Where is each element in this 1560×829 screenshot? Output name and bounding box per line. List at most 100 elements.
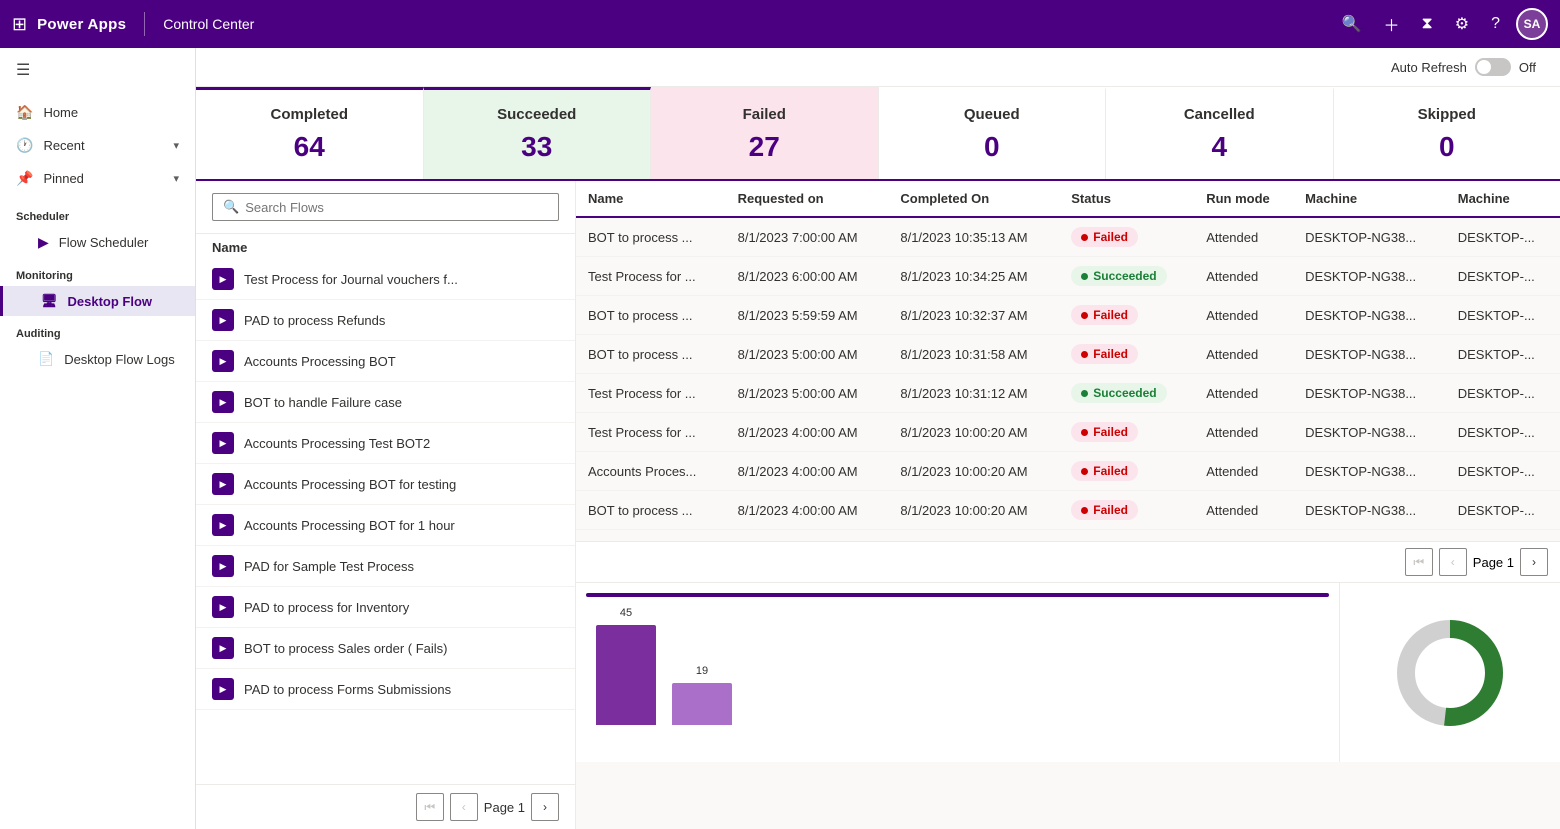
cell-status: Failed bbox=[1059, 296, 1194, 335]
table-row[interactable]: Test Process for ... 8/1/2023 6:00:00 AM… bbox=[576, 257, 1560, 296]
flow-list-item[interactable]: ▶ PAD to process for Inventory bbox=[196, 587, 575, 628]
table-prev-page-button[interactable]: ‹ bbox=[1439, 548, 1467, 576]
table-first-page-button[interactable]: ⏮ bbox=[1405, 548, 1433, 576]
right-panel: Name Requested on Completed On Status Ru… bbox=[576, 181, 1560, 829]
hamburger-button[interactable]: ☰ bbox=[0, 48, 195, 92]
flow-list-item[interactable]: ▶ Accounts Processing BOT for 1 hour bbox=[196, 505, 575, 546]
first-page-button[interactable]: ⏮ bbox=[416, 793, 444, 821]
flow-list-item[interactable]: ▶ Accounts Processing BOT bbox=[196, 341, 575, 382]
flow-item-name: Accounts Processing Test BOT2 bbox=[244, 436, 559, 451]
auto-refresh-toggle[interactable] bbox=[1475, 58, 1511, 76]
flow-item-icon: ▶ bbox=[212, 514, 234, 536]
help-icon[interactable]: ? bbox=[1491, 15, 1500, 33]
stat-skipped-label: Skipped bbox=[1358, 106, 1537, 123]
table-row[interactable]: BOT to process ... 8/1/2023 5:59:59 AM 8… bbox=[576, 296, 1560, 335]
table-pagination: ⏮ ‹ Page 1 › bbox=[576, 541, 1560, 582]
stat-queued[interactable]: Queued 0 bbox=[879, 87, 1107, 179]
main-content: Auto Refresh Off Completed 64 Succeeded … bbox=[196, 48, 1560, 829]
chart-accent-bar bbox=[586, 593, 1329, 597]
sidebar-item-recent[interactable]: 🕐 Recent ▾ bbox=[0, 129, 195, 162]
table-row[interactable]: Accounts Proces... 8/1/2023 4:00:00 AM 8… bbox=[576, 452, 1560, 491]
stat-failed-value: 27 bbox=[675, 131, 854, 163]
stat-succeeded[interactable]: Succeeded 33 bbox=[424, 87, 652, 179]
cell-machine: DESKTOP-NG38... bbox=[1293, 257, 1446, 296]
recent-icon: 🕐 bbox=[16, 137, 33, 154]
flow-list-item[interactable]: ▶ Accounts Processing Test BOT2 bbox=[196, 423, 575, 464]
cell-completed: 8/1/2023 10:00:20 AM bbox=[888, 413, 1059, 452]
sidebar-home-label: Home bbox=[43, 105, 78, 120]
cell-runmode: Attended bbox=[1194, 491, 1293, 530]
bar-label: 19 bbox=[696, 665, 708, 677]
bar-group: 45 bbox=[596, 625, 656, 725]
next-page-button[interactable]: › bbox=[531, 793, 559, 821]
bar-chart-panel: 45 19 bbox=[576, 583, 1340, 762]
cell-status: Failed bbox=[1059, 413, 1194, 452]
stat-cancelled[interactable]: Cancelled 4 bbox=[1106, 87, 1334, 179]
settings-icon[interactable]: ⚙ bbox=[1455, 14, 1469, 34]
cell-requested: 8/1/2023 4:00:00 AM bbox=[726, 491, 889, 530]
stat-completed-value: 64 bbox=[220, 131, 399, 163]
flow-list-item[interactable]: ▶ PAD to process Refunds bbox=[196, 300, 575, 341]
table-row[interactable]: BOT to process ... 8/1/2023 4:00:00 AM 8… bbox=[576, 491, 1560, 530]
cell-runmode: Attended bbox=[1194, 257, 1293, 296]
table-row[interactable]: Test Process for ... 8/1/2023 4:00:00 AM… bbox=[576, 413, 1560, 452]
sidebar-item-desktop-flow-logs[interactable]: 📄 Desktop Flow Logs bbox=[0, 344, 195, 374]
grid-icon[interactable]: ⊞ bbox=[12, 14, 27, 35]
bar-group: 19 bbox=[672, 683, 732, 725]
flow-list-item[interactable]: ▶ BOT to process Sales order ( Fails) bbox=[196, 628, 575, 669]
prev-page-button[interactable]: ‹ bbox=[450, 793, 478, 821]
cell-completed: 8/1/2023 10:31:58 AM bbox=[888, 335, 1059, 374]
stat-completed[interactable]: Completed 64 bbox=[196, 87, 424, 179]
search-input[interactable] bbox=[245, 200, 548, 215]
flow-list-item[interactable]: ▶ Accounts Processing BOT for testing bbox=[196, 464, 575, 505]
cell-name: Test Process for ... bbox=[576, 413, 726, 452]
stats-row: Completed 64 Succeeded 33 Failed 27 Queu… bbox=[196, 87, 1560, 181]
flow-item-name: Accounts Processing BOT bbox=[244, 354, 559, 369]
monitoring-group-label: Monitoring bbox=[0, 258, 195, 286]
cell-machine: DESKTOP-NG38... bbox=[1293, 335, 1446, 374]
table-row[interactable]: Test Process for ... 8/1/2023 5:00:00 AM… bbox=[576, 374, 1560, 413]
status-dot bbox=[1081, 351, 1088, 358]
table-row[interactable]: BOT to process ... 8/1/2023 5:00:00 AM 8… bbox=[576, 335, 1560, 374]
cell-machine2: DESKTOP-... bbox=[1446, 374, 1560, 413]
flow-item-icon: ▶ bbox=[212, 637, 234, 659]
avatar[interactable]: SA bbox=[1516, 8, 1548, 40]
content-area: 🔍 Name ▶ Test Process for Journal vouche… bbox=[196, 181, 1560, 829]
search-box-wrap: 🔍 bbox=[196, 181, 575, 234]
flow-list-item[interactable]: ▶ Test Process for Journal vouchers f... bbox=[196, 259, 575, 300]
search-box[interactable]: 🔍 bbox=[212, 193, 559, 221]
desktop-flow-logs-label: Desktop Flow Logs bbox=[64, 352, 175, 367]
flow-list-item[interactable]: ▶ PAD for Sample Test Process bbox=[196, 546, 575, 587]
app-name: Power Apps bbox=[37, 16, 126, 33]
add-icon[interactable]: ＋ bbox=[1384, 12, 1400, 36]
flow-list-panel: 🔍 Name ▶ Test Process for Journal vouche… bbox=[196, 181, 576, 829]
cell-machine: DESKTOP-NG38... bbox=[1293, 374, 1446, 413]
cell-name: Accounts Proces... bbox=[576, 452, 726, 491]
chevron-down-icon: ▾ bbox=[173, 139, 179, 152]
flow-list: ▶ Test Process for Journal vouchers f...… bbox=[196, 259, 575, 784]
cell-status: Failed bbox=[1059, 491, 1194, 530]
flow-list-item[interactable]: ▶ BOT to handle Failure case bbox=[196, 382, 575, 423]
stat-skipped[interactable]: Skipped 0 bbox=[1334, 87, 1560, 179]
cell-status: Failed bbox=[1059, 217, 1194, 257]
desktop-flow-label: Desktop Flow bbox=[68, 294, 153, 309]
scheduler-group-label: Scheduler bbox=[0, 199, 195, 227]
name-column-header: Name bbox=[196, 234, 575, 259]
donut-chart-panel bbox=[1340, 583, 1560, 762]
chevron-down-icon: ▾ bbox=[173, 172, 179, 185]
filter-icon[interactable]: ⧗ bbox=[1422, 15, 1433, 33]
flow-list-item[interactable]: ▶ PAD to process Forms Submissions bbox=[196, 669, 575, 710]
stat-failed[interactable]: Failed 27 bbox=[651, 87, 879, 179]
flow-scheduler-icon: ▶ bbox=[38, 234, 49, 251]
table-row[interactable]: BOT to process ... 8/1/2023 7:00:00 AM 8… bbox=[576, 217, 1560, 257]
cell-completed: 8/1/2023 10:32:37 AM bbox=[888, 296, 1059, 335]
stat-succeeded-label: Succeeded bbox=[448, 106, 627, 123]
sidebar-item-home[interactable]: 🏠 Home bbox=[0, 96, 195, 129]
search-icon[interactable]: 🔍 bbox=[1342, 14, 1362, 34]
table-next-page-button[interactable]: › bbox=[1520, 548, 1548, 576]
sidebar-item-pinned[interactable]: 📌 Pinned ▾ bbox=[0, 162, 195, 195]
sidebar-item-flow-scheduler[interactable]: ▶ Flow Scheduler bbox=[0, 227, 195, 258]
sidebar-item-desktop-flow[interactable]: 🖥 Desktop Flow bbox=[0, 286, 195, 316]
flow-item-icon: ▶ bbox=[212, 432, 234, 454]
logs-icon: 📄 bbox=[38, 351, 54, 367]
